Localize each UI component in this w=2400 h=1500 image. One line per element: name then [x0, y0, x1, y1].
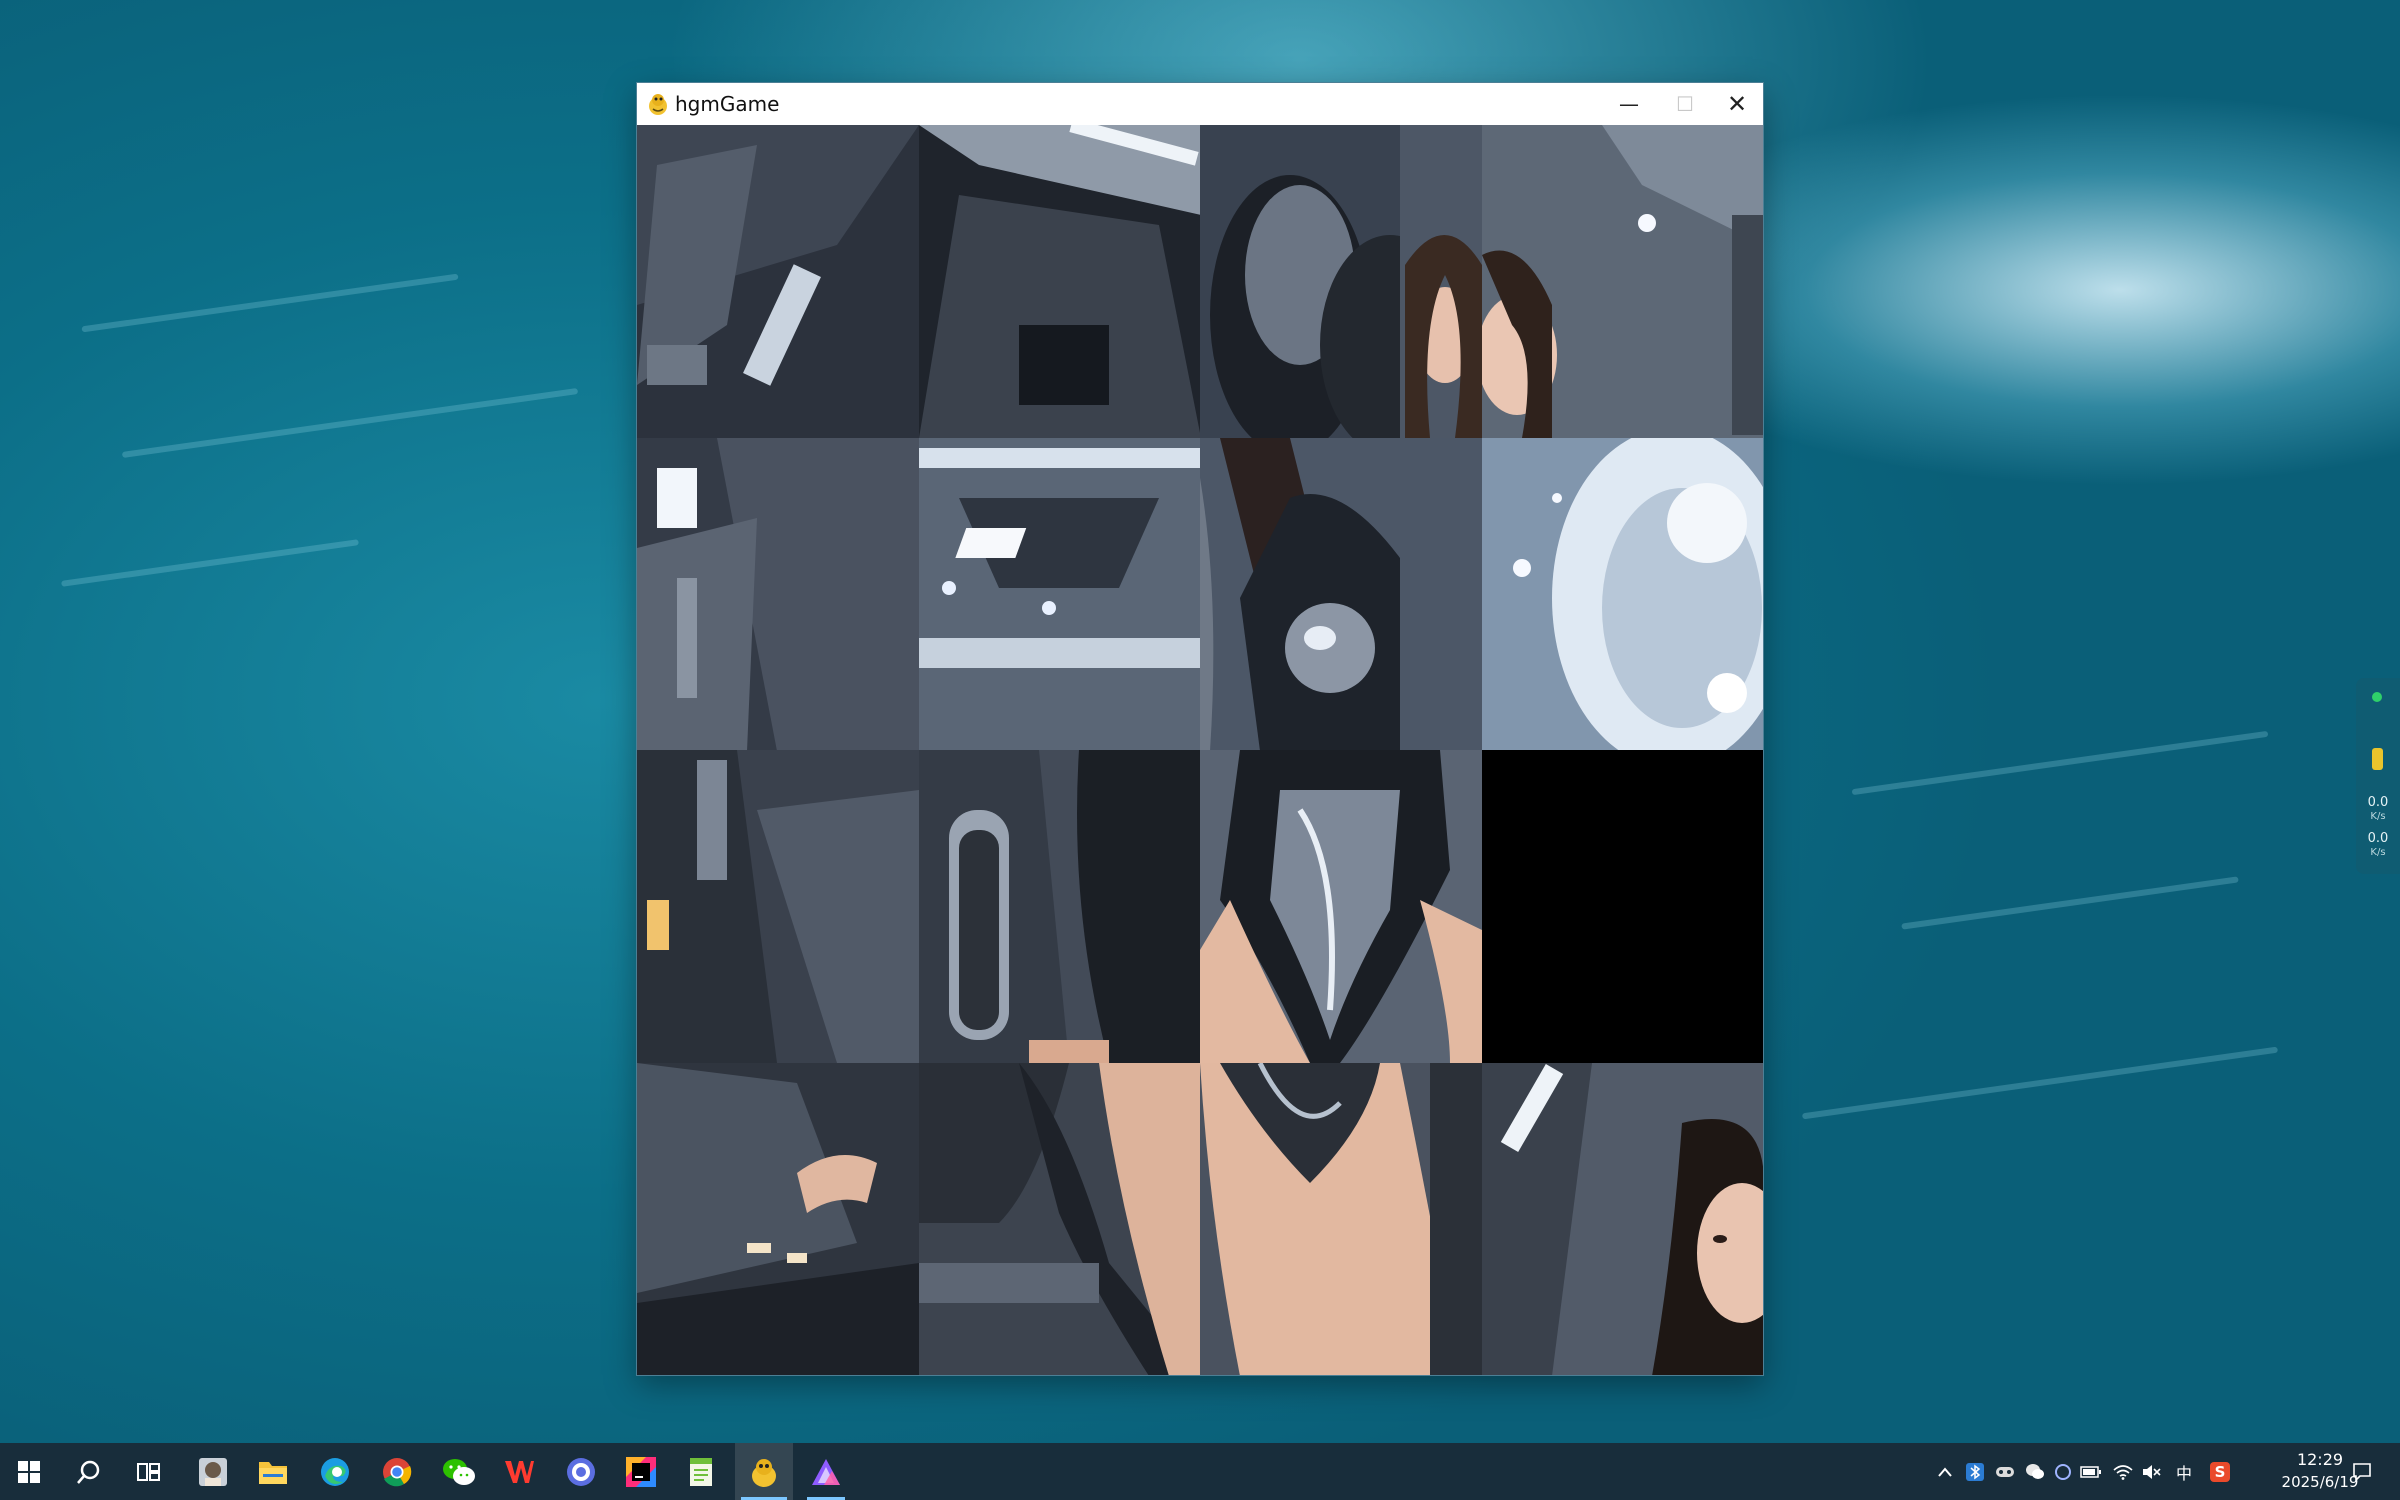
chevron-up-icon [1938, 1466, 1952, 1477]
start-button[interactable] [0, 1443, 58, 1500]
taskbar-app-notepad[interactable] [672, 1443, 730, 1500]
search-icon [77, 1460, 100, 1484]
browser-circle-icon [2055, 1463, 2071, 1480]
taskbar-app-wps[interactable] [490, 1443, 548, 1500]
tray-game-controller[interactable] [1992, 1443, 2018, 1500]
download-speed: 0.0 K/s [2360, 832, 2396, 860]
wifi-icon [2113, 1464, 2133, 1480]
puzzle-tile[interactable] [1481, 1062, 1763, 1375]
maximize-icon: ☐ [1676, 92, 1694, 116]
download-speed-unit: K/s [2370, 847, 2386, 858]
photo-viewer-icon [199, 1457, 227, 1486]
puzzle-tile[interactable] [918, 1062, 1200, 1375]
title-bar[interactable]: hgmGame — ☐ ✕ [637, 83, 1763, 125]
puzzle-tile[interactable] [1200, 750, 1482, 1063]
download-speed-value: 0.0 [2367, 831, 2389, 846]
puzzle-tile[interactable] [637, 437, 919, 750]
upload-speed-value: 0.0 [2367, 795, 2389, 810]
folder-icon [259, 1461, 287, 1484]
windows-logo-icon [18, 1460, 40, 1483]
puzzle-tile[interactable] [637, 125, 919, 438]
battery-level-icon [2372, 748, 2383, 770]
minimize-icon: — [1619, 92, 1639, 116]
search-button[interactable] [60, 1443, 118, 1500]
tray-wifi[interactable] [2110, 1443, 2136, 1500]
puzzle-tile[interactable] [1481, 125, 1763, 438]
taskbar-app-edge[interactable] [306, 1443, 364, 1500]
task-view-button[interactable] [120, 1443, 178, 1500]
taskbar-app-photo-viewer[interactable] [184, 1443, 242, 1500]
tray-browser[interactable] [2050, 1443, 2076, 1500]
taskbar-app-jetbrains[interactable] [612, 1443, 670, 1500]
input-method-label: 中 [2175, 1463, 2192, 1483]
network-speed-widget[interactable]: 0.0 K/s 0.0 K/s [2356, 678, 2400, 874]
task-view-icon [137, 1462, 160, 1481]
notepad-icon [690, 1457, 712, 1486]
puzzle-tile[interactable] [918, 750, 1200, 1063]
volume-muted-icon [2143, 1464, 2161, 1479]
status-dot-icon [2372, 692, 2382, 702]
taskbar: 中 S 12:29 2025/6/19 [0, 1443, 2400, 1500]
tray-sogou[interactable]: S [2206, 1443, 2234, 1500]
notification-icon [2353, 1462, 2371, 1482]
python-snake-icon [752, 1458, 776, 1487]
edge-browser-icon [321, 1457, 349, 1486]
empty-tile[interactable] [1481, 750, 1763, 1063]
upload-speed-unit: K/s [2370, 811, 2386, 822]
puzzle-tile[interactable] [637, 750, 919, 1063]
browser-circle-icon [567, 1457, 595, 1486]
puzzle-tile[interactable] [1200, 125, 1482, 438]
close-icon: ✕ [1726, 90, 1748, 118]
taskbar-app-chrome[interactable] [368, 1443, 426, 1500]
puzzle-board[interactable] [637, 125, 1763, 1375]
taskbar-app-wechat[interactable] [430, 1443, 488, 1500]
window-title: hgmGame [675, 92, 780, 116]
game-window[interactable]: hgmGame — ☐ ✕ [637, 83, 1763, 1375]
minimize-button[interactable]: — [1601, 83, 1657, 125]
taskbar-app-file-explorer[interactable] [244, 1443, 302, 1500]
taskbar-app-browser[interactable] [552, 1443, 610, 1500]
tray-input-method[interactable]: 中 [2170, 1443, 2198, 1500]
upload-speed: 0.0 K/s [2360, 796, 2396, 824]
ai-tool-icon [812, 1458, 840, 1485]
wechat-icon [2026, 1463, 2044, 1479]
wps-office-icon [505, 1460, 534, 1483]
bluetooth-icon [1966, 1462, 1984, 1481]
puzzle-tile[interactable] [918, 125, 1200, 438]
jetbrains-ide-icon [626, 1456, 656, 1487]
sogou-input-icon: S [2210, 1461, 2230, 1482]
tray-overflow-button[interactable] [1932, 1443, 1958, 1500]
wechat-icon [443, 1458, 475, 1485]
battery-icon [2080, 1465, 2101, 1478]
close-button[interactable]: ✕ [1709, 83, 1765, 125]
taskbar-app-pygame[interactable] [735, 1443, 793, 1500]
maximize-button[interactable]: ☐ [1657, 83, 1713, 125]
tray-bluetooth[interactable] [1962, 1443, 1988, 1500]
puzzle-tile[interactable] [1481, 437, 1763, 750]
controller-icon [1996, 1466, 2014, 1477]
taskbar-app-ai-tool[interactable] [797, 1443, 855, 1500]
puzzle-tile[interactable] [637, 1062, 919, 1375]
puzzle-tile[interactable] [1200, 437, 1482, 750]
chrome-icon [383, 1457, 412, 1486]
notification-center-button[interactable] [2342, 1443, 2382, 1500]
tray-wechat[interactable] [2022, 1443, 2048, 1500]
puzzle-tile[interactable] [1200, 1062, 1482, 1375]
python-snake-icon [649, 94, 667, 115]
puzzle-tile[interactable] [918, 437, 1200, 750]
tray-volume[interactable] [2138, 1443, 2164, 1500]
tray-battery[interactable] [2078, 1443, 2104, 1500]
